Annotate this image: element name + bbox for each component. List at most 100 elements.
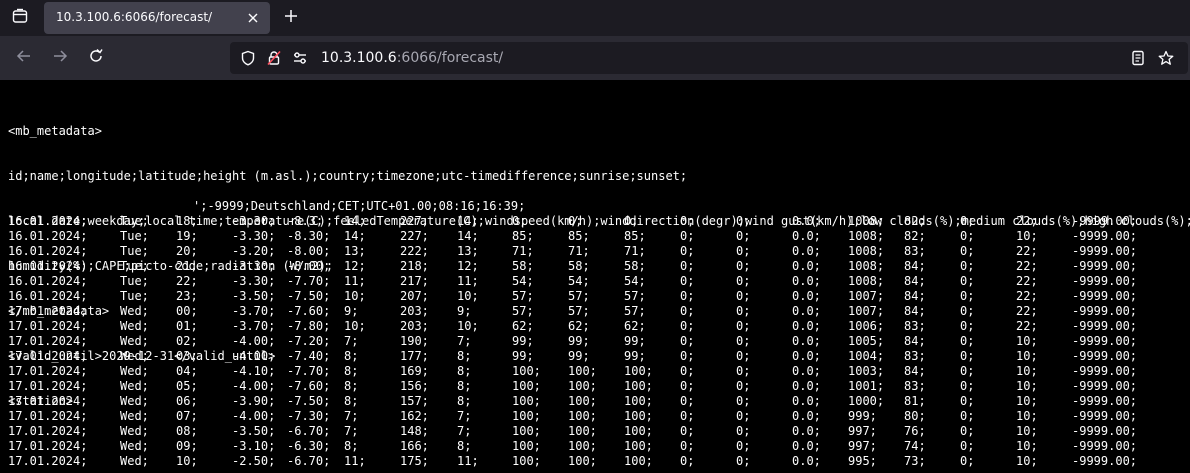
forecast-cell: 84; [904,304,926,318]
forecast-cell: 1008; [848,259,885,273]
forecast-cell: 57; [512,289,534,303]
forecast-cell: 84; [904,364,926,378]
forecast-cell: 100; [512,379,541,393]
forecast-cell: 0; [736,424,751,438]
forecast-cell: 17.01.2024; [8,319,88,333]
forecast-cell: 0; [568,214,583,228]
forecast-cell: 0; [680,229,695,243]
bookmark-star-icon[interactable] [1158,50,1174,66]
forecast-cell: 7; [344,409,359,423]
forecast-cell: 17.01.2024; [8,304,88,318]
metadata-line: <mb_metadata> [8,124,102,138]
forecast-cell: 157; [400,394,429,408]
forecast-cell: 85; [512,229,534,243]
forecast-cell: 177; [400,349,429,363]
forecast-cell: 0; [960,229,975,243]
forecast-cell: 8; [344,439,359,453]
forecast-cell: 0.0; [792,274,821,288]
forecast-cell: 84; [904,334,926,348]
forecast-cell: -9999.00; [1072,244,1138,258]
forecast-cell: 0.0; [792,334,821,348]
forecast-cell: 100; [512,424,541,438]
metadata-line: id;name;longitude;latitude;height (m.asl… [8,169,688,183]
forecast-cell: 17.01.2024; [8,409,88,423]
forecast-cell: 0; [960,409,975,423]
forecast-cell: 997; [848,439,877,453]
forecast-cell: -9999.00; [1072,289,1138,303]
permissions-icon[interactable] [292,50,308,66]
forecast-cell: -6.70; [287,424,331,438]
shield-icon[interactable] [240,50,256,66]
forecast-cell: 0; [736,274,751,288]
back-button[interactable] [10,44,38,72]
forecast-cell: 58; [568,259,590,273]
forecast-cell: 100; [568,379,597,393]
forecast-row: 16.01.2024; Tue; 21; -3.30; -8.00; 12; 218; 12;… [0,259,1190,274]
forecast-cell: 9; [344,304,359,318]
url-text[interactable]: 10.3.100.6:6066/forecast/ [321,50,503,66]
forecast-cell: 10; [457,289,479,303]
forecast-cell: -9999.00; [1072,454,1138,468]
forecast-cell: 0.0; [792,394,821,408]
forecast-cell: Wed; [120,424,149,438]
forecast-cell: -9999.00; [1072,424,1138,438]
forecast-cell: 82; [904,214,926,228]
tab-list-button[interactable] [6,4,34,32]
url-bar[interactable]: 10.3.100.6:6066/forecast/ [230,42,1188,74]
forecast-cell: 10; [344,289,366,303]
forecast-cell: -9999.00; [1072,409,1138,423]
forecast-cell: 17.01.2024; [8,349,88,363]
forecast-cell: 0.0; [792,454,821,468]
forecast-cell: 8; [344,394,359,408]
forecast-cell: 01; [176,319,198,333]
forecast-cell: 71; [512,244,534,258]
forecast-cell: 10; [1016,229,1038,243]
forecast-cell: -9999.00; [1072,439,1138,453]
forecast-cell: 14; [457,214,479,228]
forecast-cell: 71; [568,244,590,258]
forecast-cell: 100; [624,454,653,468]
forecast-cell: 0; [960,289,975,303]
forecast-cell: 100; [568,394,597,408]
forecast-cell: 0; [680,409,695,423]
forecast-cell: -3.70; [232,304,276,318]
forecast-cell: 04; [176,364,198,378]
forecast-cell: 62; [568,319,590,333]
forecast-cell: 83; [904,319,926,333]
forecast-cell: 190; [400,334,429,348]
forecast-cell: 0; [680,364,695,378]
forecast-cell: 17.01.2024; [8,379,88,393]
forecast-cell: 0; [960,379,975,393]
forecast-cell: 22; [1016,214,1038,228]
forecast-cell: -2.50; [232,454,276,468]
reload-button[interactable] [82,44,110,72]
forecast-cell: -9999.00; [1072,214,1138,228]
close-tab-icon[interactable] [244,9,262,27]
forecast-cell: -6.30; [287,439,331,453]
forecast-cell: 22; [1016,289,1038,303]
forecast-cell: 16.01.2024; [8,259,88,273]
forecast-cell: 17.01.2024; [8,424,88,438]
forecast-cell: 09; [176,439,198,453]
forecast-cell: 100; [512,409,541,423]
reader-view-icon[interactable] [1130,50,1146,66]
forecast-cell: 06; [176,394,198,408]
forecast-cell: 0.0; [792,289,821,303]
forecast-cell: 54; [624,274,646,288]
forecast-cell: 100; [512,394,541,408]
forecast-cell: -3.90; [232,394,276,408]
forecast-row: 17.01.2024; Wed; 05; -4.00; -7.60; 8; 156; 8; 10… [0,379,1190,394]
forward-button[interactable] [46,44,74,72]
forecast-cell: 20; [176,244,198,258]
forecast-cell: 100; [512,364,541,378]
forecast-cell: 99; [568,349,590,363]
forecast-cell: 81; [904,394,926,408]
new-tab-button[interactable] [280,5,302,29]
forecast-cell: Wed; [120,364,149,378]
active-tab[interactable]: 10.3.100.6:6066/forecast/ [44,2,270,34]
forecast-cell: 13; [457,244,479,258]
insecure-lock-icon[interactable] [266,50,282,66]
forecast-cell: 1003; [848,364,885,378]
forecast-cell: -3.20; [232,244,276,258]
tab-strip: 10.3.100.6:6066/forecast/ [0,0,1190,36]
